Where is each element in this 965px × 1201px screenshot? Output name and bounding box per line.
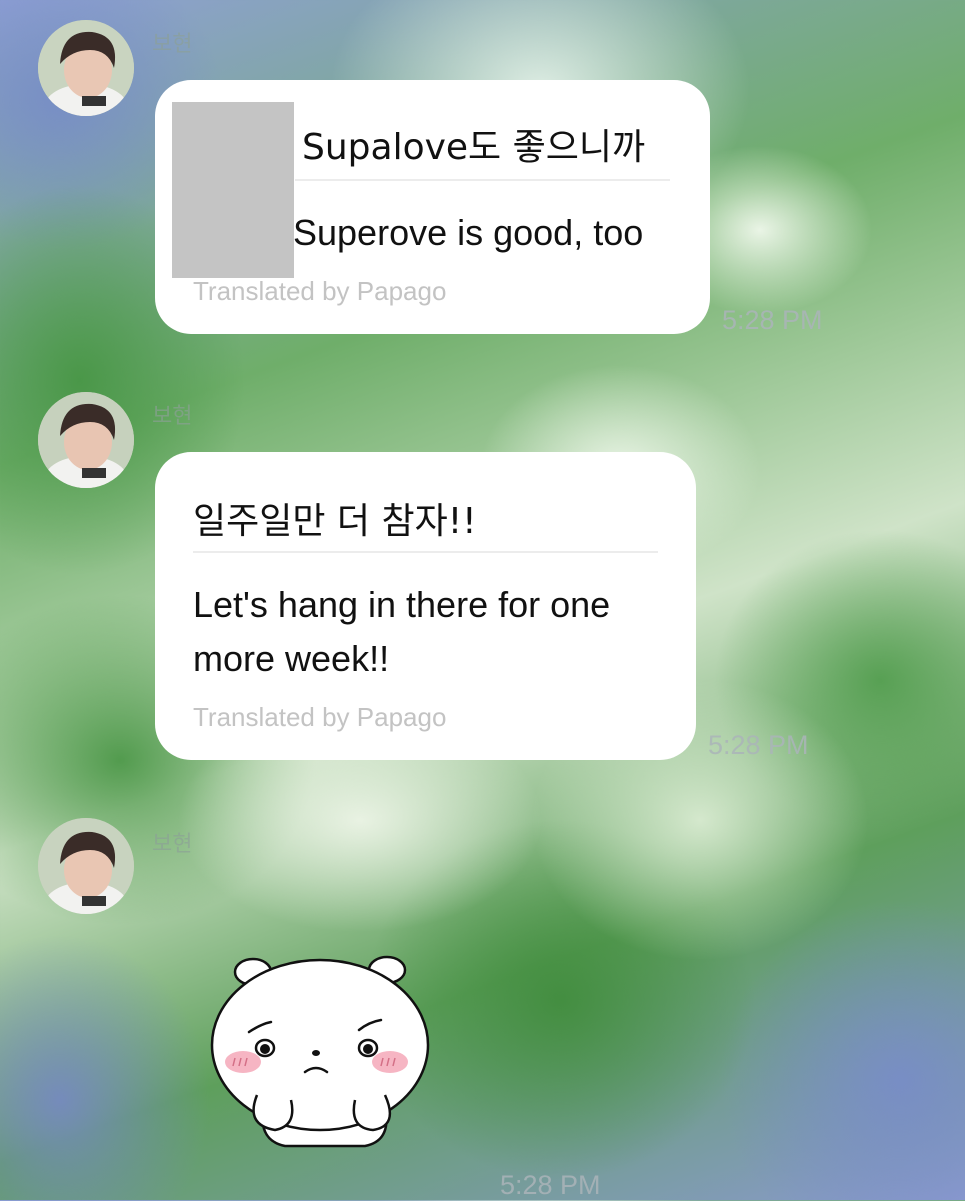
translated-text-line2: more week!!	[193, 638, 390, 679]
sender-name: 보현	[152, 404, 193, 429]
original-text: 일주일만 더 참자!!	[193, 501, 477, 542]
divider	[295, 179, 670, 181]
timestamp: 5:28 PM	[708, 730, 809, 760]
sender-avatar[interactable]	[38, 818, 134, 914]
sender-avatar[interactable]	[38, 20, 134, 116]
message-bubble[interactable]: Supalove도 좋으니까 Superove is good, too Tra…	[155, 80, 710, 334]
translated-by-label: Translated by Papago	[193, 702, 447, 732]
message-bubble[interactable]: 일주일만 더 참자!! Let's hang in there for one …	[155, 452, 696, 760]
avatar-image	[38, 392, 134, 488]
crying-bear-sticker[interactable]	[205, 950, 435, 1150]
timestamp: 5:28 PM	[500, 1170, 601, 1200]
avatar-image	[38, 20, 134, 116]
redacted-placeholder	[172, 102, 294, 278]
sender-name: 보현	[152, 32, 193, 57]
avatar-image	[38, 818, 134, 914]
timestamp: 5:28 PM	[722, 305, 823, 335]
sender-name: 보현	[152, 832, 193, 857]
original-text: Supalove도 좋으니까	[302, 127, 646, 168]
translated-text: Superove is good, too	[293, 212, 644, 253]
translated-text-line1: Let's hang in there for one	[193, 584, 611, 625]
translated-by-label: Translated by Papago	[193, 276, 447, 306]
sender-avatar[interactable]	[38, 392, 134, 488]
divider	[193, 551, 658, 553]
